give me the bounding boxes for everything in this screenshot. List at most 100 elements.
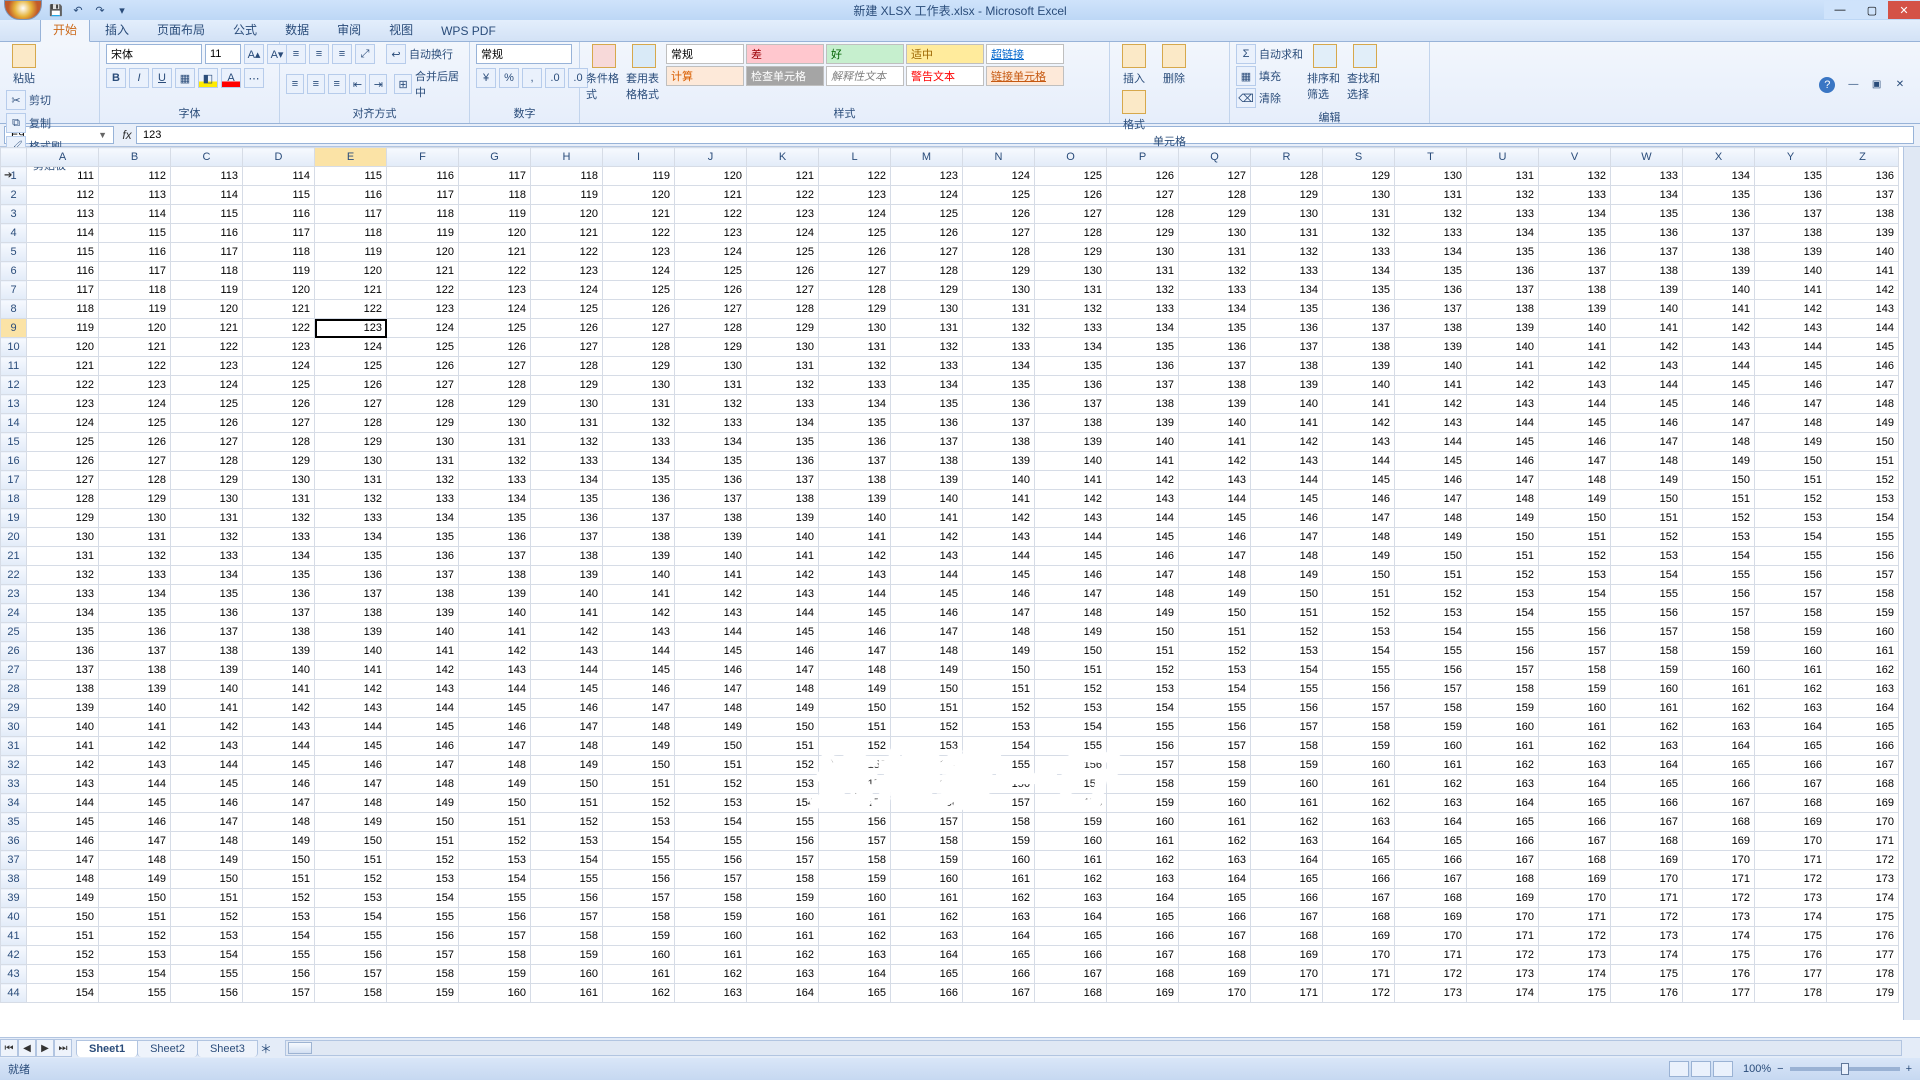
cell[interactable]: 143 xyxy=(1035,509,1107,528)
cell[interactable]: 172 xyxy=(1683,889,1755,908)
cell[interactable]: 130 xyxy=(99,509,171,528)
cell[interactable]: 160 xyxy=(819,889,891,908)
cell[interactable]: 162 xyxy=(1323,794,1395,813)
cell[interactable]: 154 xyxy=(315,908,387,927)
cell[interactable]: 146 xyxy=(1395,471,1467,490)
cell[interactable]: 165 xyxy=(1683,756,1755,775)
cell[interactable]: 129 xyxy=(315,433,387,452)
cell[interactable]: 145 xyxy=(819,604,891,623)
cell[interactable]: 145 xyxy=(747,623,819,642)
cell[interactable]: 141 xyxy=(531,604,603,623)
cell[interactable]: 163 xyxy=(1179,851,1251,870)
cell[interactable]: 122 xyxy=(387,281,459,300)
ribbon-tab-2[interactable]: 页面布局 xyxy=(144,17,218,41)
cell[interactable]: 149 xyxy=(1755,433,1827,452)
cell[interactable]: 159 xyxy=(963,832,1035,851)
cell[interactable]: 153 xyxy=(603,813,675,832)
cell[interactable]: 138 xyxy=(315,604,387,623)
cell[interactable]: 135 xyxy=(459,509,531,528)
cell[interactable]: 139 xyxy=(531,566,603,585)
cell[interactable]: 170 xyxy=(1251,965,1323,984)
cell[interactable]: 121 xyxy=(387,262,459,281)
find-select-button[interactable]: 查找和选择 xyxy=(1347,44,1383,102)
cell[interactable]: 147 xyxy=(1755,395,1827,414)
cell[interactable]: 175 xyxy=(1683,946,1755,965)
decrease-indent-icon[interactable]: ⇤ xyxy=(349,74,367,94)
cell[interactable]: 118 xyxy=(315,224,387,243)
cell[interactable]: 148 xyxy=(27,870,99,889)
cell[interactable]: 124 xyxy=(819,205,891,224)
cell[interactable]: 144 xyxy=(1611,376,1683,395)
cell[interactable]: 125 xyxy=(387,338,459,357)
copy-button[interactable]: ⧉复制 xyxy=(6,113,62,133)
cell[interactable]: 144 xyxy=(27,794,99,813)
cell[interactable]: 142 xyxy=(1755,300,1827,319)
cell[interactable]: 161 xyxy=(1611,699,1683,718)
cell[interactable]: 169 xyxy=(1827,794,1899,813)
cell[interactable]: 135 xyxy=(1467,243,1539,262)
cell[interactable]: 131 xyxy=(819,338,891,357)
cell[interactable]: 115 xyxy=(171,205,243,224)
cell[interactable]: 165 xyxy=(1035,927,1107,946)
cell[interactable]: 122 xyxy=(531,243,603,262)
cell[interactable]: 150 xyxy=(171,870,243,889)
cell[interactable]: 152 xyxy=(675,775,747,794)
align-left-icon[interactable]: ≡ xyxy=(286,74,304,94)
cell[interactable]: 124 xyxy=(891,186,963,205)
cell[interactable]: 119 xyxy=(315,243,387,262)
cell[interactable]: 118 xyxy=(459,186,531,205)
cell[interactable]: 126 xyxy=(675,281,747,300)
cell[interactable]: 162 xyxy=(1683,699,1755,718)
cell[interactable]: 138 xyxy=(963,433,1035,452)
row-header-32[interactable]: 32 xyxy=(1,756,27,775)
cell[interactable]: 126 xyxy=(99,433,171,452)
cell[interactable]: 134 xyxy=(1395,243,1467,262)
ribbon-tab-1[interactable]: 插入 xyxy=(92,17,142,41)
cell[interactable]: 151 xyxy=(1107,642,1179,661)
zoom-in-button[interactable]: + xyxy=(1906,1063,1912,1075)
cell[interactable]: 133 xyxy=(963,338,1035,357)
cell[interactable]: 124 xyxy=(387,319,459,338)
cell[interactable]: 165 xyxy=(1323,851,1395,870)
cell[interactable]: 133 xyxy=(1395,224,1467,243)
phonetic-button[interactable]: ⋯ xyxy=(244,68,264,88)
cell[interactable]: 142 xyxy=(1107,471,1179,490)
cell[interactable]: 145 xyxy=(1323,471,1395,490)
cell[interactable]: 140 xyxy=(1467,338,1539,357)
ribbon-tab-0[interactable]: 开始 xyxy=(40,17,90,42)
cell[interactable]: 130 xyxy=(891,300,963,319)
cell[interactable]: 146 xyxy=(891,604,963,623)
cell-style-0[interactable]: 常规 xyxy=(666,44,744,64)
cell[interactable]: 132 xyxy=(1035,300,1107,319)
cell[interactable]: 131 xyxy=(27,547,99,566)
cell[interactable]: 133 xyxy=(1251,262,1323,281)
cell[interactable]: 151 xyxy=(1539,528,1611,547)
cell[interactable]: 145 xyxy=(1683,376,1755,395)
cell[interactable]: 131 xyxy=(1395,186,1467,205)
worksheet-grid[interactable]: ABCDEFGHIJKLMNOPQRSTUVWXYZ11111121131141… xyxy=(0,147,1920,1037)
cell[interactable]: 158 xyxy=(963,813,1035,832)
cell[interactable]: 134 xyxy=(1251,281,1323,300)
cell[interactable]: 128 xyxy=(99,471,171,490)
wrap-text-button[interactable]: 自动换行 xyxy=(409,46,453,62)
cell[interactable]: 156 xyxy=(243,965,315,984)
cell[interactable]: 167 xyxy=(1467,851,1539,870)
cell[interactable]: 130 xyxy=(963,281,1035,300)
cell[interactable]: 150 xyxy=(1035,642,1107,661)
cell[interactable]: 140 xyxy=(891,490,963,509)
cell[interactable]: 146 xyxy=(1827,357,1899,376)
cell-style-8[interactable]: 警告文本 xyxy=(906,66,984,86)
cell[interactable]: 148 xyxy=(1539,471,1611,490)
cell[interactable]: 131 xyxy=(675,376,747,395)
cell[interactable]: 159 xyxy=(1755,623,1827,642)
cell[interactable]: 145 xyxy=(1611,395,1683,414)
col-header-B[interactable]: B xyxy=(99,148,171,167)
cell[interactable]: 148 xyxy=(891,642,963,661)
row-header-16[interactable]: 16 xyxy=(1,452,27,471)
cell[interactable]: 170 xyxy=(1683,851,1755,870)
cell[interactable]: 160 xyxy=(1827,623,1899,642)
cell[interactable]: 159 xyxy=(1467,699,1539,718)
cell[interactable]: 128 xyxy=(1251,167,1323,186)
cell[interactable]: 113 xyxy=(99,186,171,205)
cell[interactable]: 169 xyxy=(1395,908,1467,927)
